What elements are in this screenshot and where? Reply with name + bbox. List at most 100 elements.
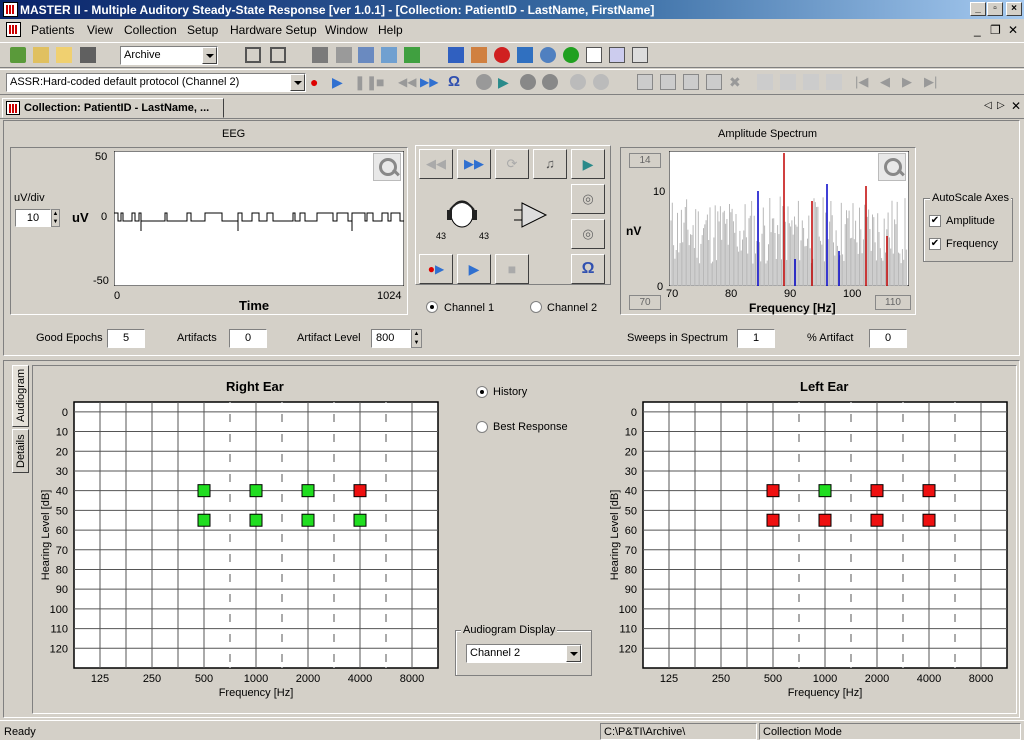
tab-scroll-right-icon[interactable]: ▷ bbox=[997, 100, 1005, 111]
chevron-down-icon[interactable] bbox=[290, 74, 305, 91]
help-arrow-icon[interactable] bbox=[517, 47, 533, 63]
hardware-icon[interactable] bbox=[448, 47, 464, 63]
chevron-down-icon[interactable] bbox=[566, 645, 581, 662]
tuning-icon[interactable] bbox=[404, 47, 420, 63]
app-icon[interactable] bbox=[3, 2, 18, 17]
grid-icon[interactable] bbox=[245, 47, 261, 63]
history-radio[interactable] bbox=[476, 386, 488, 398]
menu-window[interactable]: Window bbox=[325, 23, 368, 37]
head-icon bbox=[447, 200, 477, 228]
print-icon[interactable] bbox=[80, 47, 96, 63]
checklist-icon[interactable] bbox=[586, 47, 602, 63]
maximize-button[interactable]: ▫ bbox=[987, 2, 1003, 16]
menu-help[interactable]: Help bbox=[378, 23, 403, 37]
channel2-radio[interactable] bbox=[530, 301, 542, 313]
threshold-marker[interactable] bbox=[870, 513, 884, 527]
form-icon[interactable] bbox=[609, 47, 625, 63]
threshold-marker[interactable] bbox=[818, 513, 832, 527]
minimize-button[interactable]: _ bbox=[970, 2, 986, 16]
filter-icon[interactable] bbox=[336, 47, 352, 63]
ear-2-icon[interactable] bbox=[542, 74, 558, 90]
amplitude-checkbox[interactable]: ✔ bbox=[929, 215, 941, 227]
menu-hardware-setup[interactable]: Hardware Setup bbox=[230, 23, 317, 37]
history-label: History bbox=[493, 386, 528, 398]
tab-audiogram[interactable]: Audiogram bbox=[12, 365, 29, 427]
spectrum-zoom-icon[interactable] bbox=[878, 153, 906, 181]
tab-details[interactable]: Details bbox=[12, 429, 29, 473]
open-icon[interactable] bbox=[33, 47, 49, 63]
artifact-level-input[interactable]: 800 bbox=[371, 329, 411, 348]
menu-setup[interactable]: Setup bbox=[187, 23, 218, 37]
threshold-marker[interactable] bbox=[353, 484, 367, 498]
uv-div-spinner[interactable]: ▲ ▼ bbox=[51, 209, 60, 227]
threshold-marker[interactable] bbox=[922, 484, 936, 498]
new-patient-icon[interactable] bbox=[10, 47, 26, 63]
threshold-marker[interactable] bbox=[249, 484, 263, 498]
threshold-marker[interactable] bbox=[766, 513, 780, 527]
magnet-icon[interactable]: Ω bbox=[448, 74, 464, 90]
y-tick-label: 50 bbox=[56, 505, 68, 517]
tab-close-icon[interactable]: ✕ bbox=[1011, 99, 1021, 113]
best-response-radio[interactable] bbox=[476, 421, 488, 433]
ear-icon[interactable] bbox=[520, 74, 536, 90]
mdi-minimize-button[interactable]: _ bbox=[974, 23, 981, 37]
channel1-radio[interactable] bbox=[426, 301, 438, 313]
channel1-label: Channel 1 bbox=[444, 302, 495, 314]
record-button[interactable]: ●▶ bbox=[419, 254, 453, 284]
audiogram-display-select[interactable]: Channel 2 bbox=[466, 644, 582, 663]
fast-forward-icon[interactable]: ▶▶ bbox=[420, 74, 438, 90]
play-teal-button[interactable]: ▶ bbox=[571, 149, 605, 179]
table-icon[interactable] bbox=[270, 47, 286, 63]
play-icon[interactable]: ▶ bbox=[332, 74, 348, 90]
chevron-down-icon[interactable] bbox=[202, 47, 217, 64]
fast-forward-button[interactable]: ▶▶ bbox=[457, 149, 491, 179]
eeg-zoom-icon[interactable] bbox=[373, 153, 401, 181]
menu-view[interactable]: View bbox=[87, 23, 113, 37]
headphones-button[interactable]: ♫ bbox=[533, 149, 567, 179]
ear-remove-button[interactable]: ◎ bbox=[571, 219, 605, 249]
threshold-marker[interactable] bbox=[301, 513, 315, 527]
threshold-marker[interactable] bbox=[766, 484, 780, 498]
tab-collection[interactable]: Collection: PatientID - LastName, ... bbox=[2, 98, 224, 118]
close-button[interactable]: × bbox=[1006, 2, 1022, 16]
threshold-marker[interactable] bbox=[353, 513, 367, 527]
threshold-marker[interactable] bbox=[922, 513, 936, 527]
protocol-select[interactable]: ASSR:Hard-coded default protocol (Channe… bbox=[6, 73, 306, 92]
mdi-restore-button[interactable]: ❐ bbox=[990, 23, 1001, 37]
threshold-marker[interactable] bbox=[301, 484, 315, 498]
ear-add-button[interactable]: ◎ bbox=[571, 184, 605, 214]
frequency-checkbox[interactable]: ✔ bbox=[929, 238, 941, 250]
play-teal-icon[interactable]: ▶ bbox=[498, 74, 514, 90]
left-level: 43 bbox=[436, 231, 447, 241]
timer-icon[interactable] bbox=[540, 47, 556, 63]
good-epochs-label: Good Epochs bbox=[36, 332, 103, 344]
settings-icon[interactable] bbox=[381, 47, 397, 63]
menu-patients[interactable]: Patients bbox=[31, 23, 74, 37]
spectrum-box-bottom[interactable]: 70 bbox=[629, 295, 661, 310]
spectrum-box-top[interactable]: 14 bbox=[629, 153, 661, 168]
threshold-marker[interactable] bbox=[197, 484, 211, 498]
window-icon[interactable] bbox=[358, 47, 374, 63]
folder-icon[interactable] bbox=[56, 47, 72, 63]
threshold-marker[interactable] bbox=[818, 484, 832, 498]
mdi-close-button[interactable]: ✕ bbox=[1008, 23, 1018, 37]
tab-scroll-left-icon[interactable]: ◁ bbox=[984, 100, 992, 111]
tools-icon[interactable] bbox=[471, 47, 487, 63]
play-button[interactable]: ▶ bbox=[457, 254, 491, 284]
stop-icon[interactable] bbox=[494, 47, 510, 63]
chart-icon[interactable] bbox=[312, 47, 328, 63]
magnet-button[interactable]: Ω bbox=[571, 254, 605, 284]
doc-icon[interactable] bbox=[6, 22, 21, 37]
check-icon[interactable] bbox=[563, 47, 579, 63]
headphones-icon[interactable] bbox=[476, 74, 492, 90]
uv-div-input[interactable]: 10 bbox=[15, 209, 51, 227]
menu-collection[interactable]: Collection bbox=[124, 23, 177, 37]
record-icon[interactable]: ● bbox=[310, 74, 326, 90]
mode-select[interactable]: Archive bbox=[120, 46, 218, 65]
threshold-marker[interactable] bbox=[249, 513, 263, 527]
threshold-marker[interactable] bbox=[197, 513, 211, 527]
document-icon[interactable] bbox=[632, 47, 648, 63]
spectrum-box-right[interactable]: 110 bbox=[875, 295, 911, 310]
artifact-level-spinner[interactable]: ▲ ▼ bbox=[411, 329, 422, 348]
threshold-marker[interactable] bbox=[870, 484, 884, 498]
